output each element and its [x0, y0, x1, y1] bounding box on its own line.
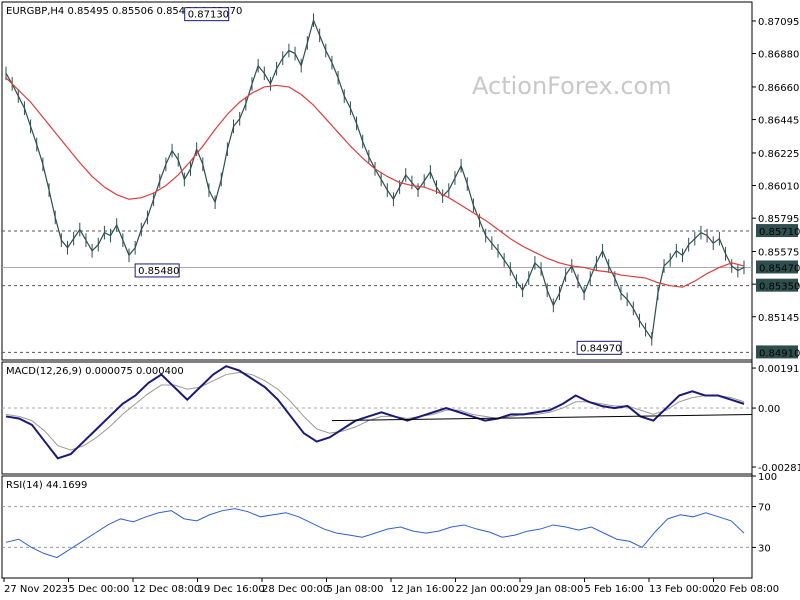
price-y-tick-label: 0.86880	[758, 50, 799, 61]
level-badge-label: 0.84910	[759, 348, 800, 359]
rsi-y-tick-label: 100	[758, 472, 777, 483]
x-tick-label: 12 Jan 16:00	[391, 584, 454, 595]
x-tick-label: 27 Nov 2023	[4, 584, 68, 595]
level-badge-label: 0.85710	[759, 227, 800, 238]
price-y-tick-label: 0.85795	[758, 214, 799, 225]
current-price-label: 0.85470	[759, 263, 800, 274]
annotation-label: 0.84970	[580, 343, 621, 354]
price-y-tick-label: 0.85575	[758, 248, 799, 259]
rsi-panel-frame	[1, 475, 753, 579]
rsi-y-tick-label: 70	[758, 503, 771, 514]
x-tick-label: 5 Dec 00:00	[69, 584, 130, 595]
price-y-tick-label: 0.86660	[758, 83, 799, 94]
x-tick-label: 5 Jan 08:00	[327, 584, 384, 595]
x-tick-label: 29 Jan 08:00	[520, 584, 583, 595]
price-y-tick-label: 0.85145	[758, 313, 799, 324]
rsi-y-tick-label: 30	[758, 543, 771, 554]
level-badge-label: 0.85350	[759, 282, 800, 293]
annotation-label: 0.87130	[188, 10, 229, 21]
macd-y-tick-label: 0.001911	[758, 364, 800, 375]
price-y-tick-label: 0.86010	[758, 182, 799, 193]
x-tick-label: 28 Dec 00:00	[262, 584, 329, 595]
price-y-tick-label: 0.86225	[758, 149, 799, 160]
x-tick-label: 13 Feb 00:00	[649, 584, 715, 595]
x-tick-label: 12 Dec 08:00	[133, 584, 200, 595]
x-tick-label: 5 Feb 16:00	[585, 584, 644, 595]
x-tick-label: 20 Feb 08:00	[714, 584, 780, 595]
x-tick-label: 22 Jan 00:00	[456, 584, 519, 595]
annotation-label: 0.85480	[138, 266, 179, 277]
macd-label: MACD(12,26,9) 0.000075 0.000400	[6, 366, 184, 377]
macd-y-tick-label: 0.00	[758, 404, 780, 415]
price-y-tick-label: 0.86445	[758, 116, 799, 127]
price-y-tick-label: 0.87095	[758, 17, 799, 28]
rsi-label: RSI(14) 44.1699	[6, 480, 87, 491]
price-panel-frame	[1, 1, 753, 361]
x-tick-label: 19 Dec 16:00	[198, 584, 265, 595]
watermark-text: ActionForex.com	[472, 72, 672, 100]
eurgbp-chart: ActionForex.comEURGBP,H4 0.85495 0.85506…	[1, 1, 800, 595]
